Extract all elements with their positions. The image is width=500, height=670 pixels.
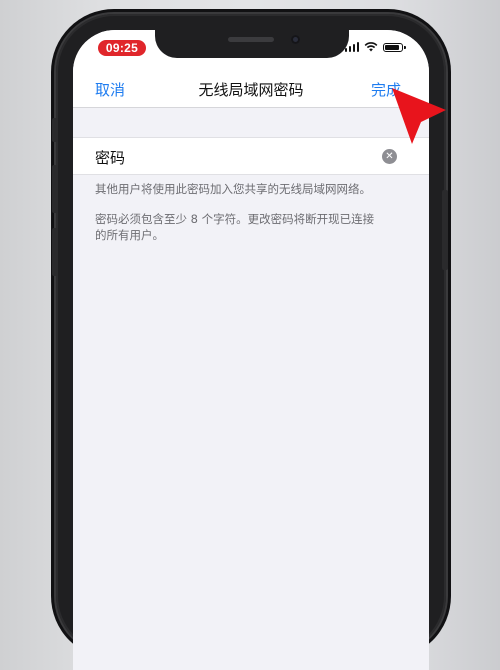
requirement-hint-line1: 密码必须包含至少 8 个字符。更改密码将断开现已连接 bbox=[95, 212, 375, 226]
password-field-label: 密码 bbox=[95, 149, 126, 167]
status-time[interactable]: 09:25 bbox=[98, 40, 146, 56]
power-button bbox=[442, 190, 448, 270]
navigation-bar: 取消 无线局域网密码 完成 bbox=[73, 70, 429, 108]
speaker-grille bbox=[228, 37, 274, 42]
phone-screen: 09:25 取消 无线局域网密码 完成 密码 ✕ 其他用户将使用此密码加入您共享… bbox=[73, 30, 429, 670]
clear-icon[interactable]: ✕ bbox=[382, 149, 397, 164]
battery-icon bbox=[383, 42, 406, 52]
front-camera bbox=[291, 35, 300, 44]
status-icons bbox=[344, 42, 406, 52]
cellular-signal-icon bbox=[344, 42, 359, 52]
red-arrow-icon bbox=[392, 88, 446, 144]
status-bar: 09:25 bbox=[73, 30, 429, 70]
requirement-hint-line2: 的所有用户。 bbox=[95, 228, 164, 242]
password-field[interactable]: 密码 ✕ bbox=[73, 137, 429, 175]
mute-switch bbox=[52, 118, 58, 142]
wifi-icon bbox=[364, 42, 378, 52]
notch bbox=[155, 30, 349, 58]
volume-down-button bbox=[52, 228, 58, 276]
share-hint: 其他用户将使用此密码加入您共享的无线局域网网络。 bbox=[95, 182, 371, 196]
volume-up-button bbox=[52, 165, 58, 213]
